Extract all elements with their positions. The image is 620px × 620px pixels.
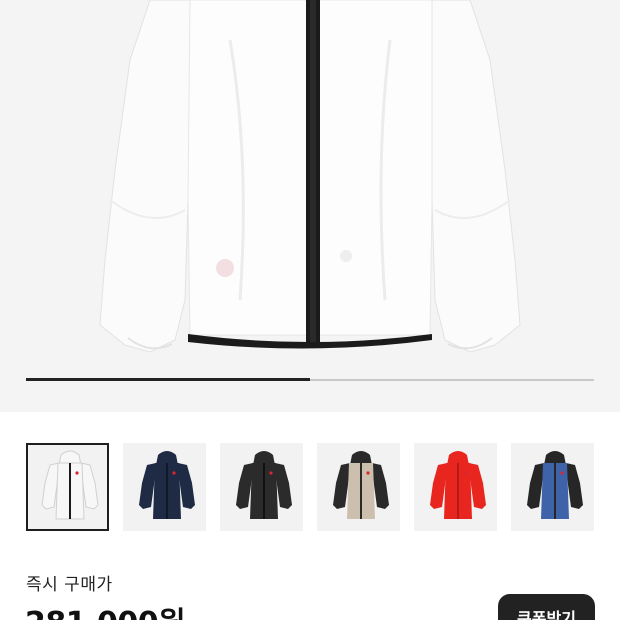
color-thumbnail-2[interactable] bbox=[123, 443, 206, 531]
beige-black-jacket-thumbnail bbox=[333, 451, 389, 519]
white-jacket-thumbnail bbox=[41, 450, 99, 520]
black-jacket-thumbnail bbox=[236, 451, 292, 519]
color-thumbnail-6[interactable] bbox=[511, 443, 594, 531]
color-thumbnail-1[interactable] bbox=[26, 443, 109, 531]
price-label: 즉시 구매가 bbox=[26, 575, 113, 595]
white-windbreaker-jacket-photo bbox=[99, 0, 521, 353]
gallery-progress-track bbox=[26, 378, 594, 381]
color-thumbnail-4[interactable] bbox=[317, 443, 400, 531]
product-image-gallery[interactable] bbox=[0, 0, 620, 412]
price-value: 281,000원 bbox=[25, 598, 186, 620]
color-thumbnail-list bbox=[26, 443, 594, 533]
red-jacket-thumbnail bbox=[430, 451, 486, 519]
gallery-progress-indicator bbox=[26, 378, 310, 381]
coupon-button[interactable]: 쿠폰받기 bbox=[498, 594, 595, 620]
color-thumbnail-5[interactable] bbox=[414, 443, 497, 531]
blue-black-jacket-thumbnail bbox=[527, 451, 583, 519]
color-thumbnail-3[interactable] bbox=[220, 443, 303, 531]
navy-jacket-thumbnail bbox=[139, 451, 195, 519]
